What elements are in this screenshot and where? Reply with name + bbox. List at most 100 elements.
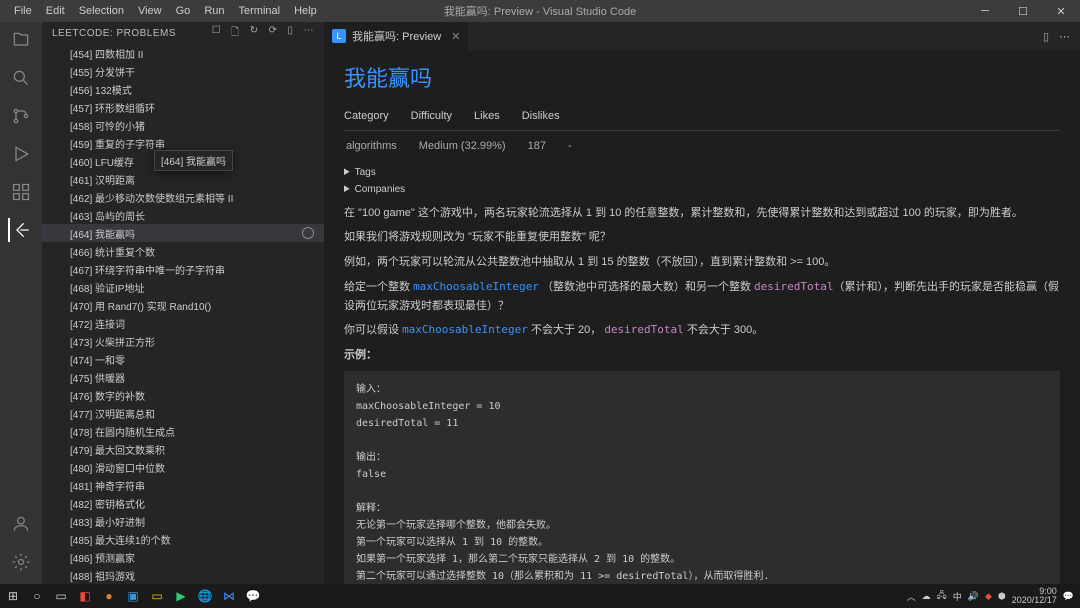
problem-row[interactable]: [467] 环绕字符串中唯一的子字符串 (42, 260, 324, 278)
taskbar-vscode[interactable]: ⋈ (218, 586, 240, 606)
start-button[interactable]: ⊞ (2, 586, 24, 606)
search-button[interactable]: ○ (26, 586, 48, 606)
minimize-button[interactable]: ─ (966, 0, 1004, 22)
problem-row[interactable]: [476] 数字的补数 (42, 386, 324, 404)
problem-row[interactable]: [455] 分发饼干 (42, 62, 324, 80)
menu-view[interactable]: View (132, 3, 168, 19)
tags-section[interactable]: Tags (344, 164, 1060, 181)
problem-row[interactable]: [475] 供暖器 (42, 368, 324, 386)
clock[interactable]: 9:002020/12/17 (1012, 587, 1057, 605)
problem-row[interactable]: [474] 一和零 (42, 350, 324, 368)
action-icon[interactable]: ▯ (287, 25, 293, 42)
tab-bar: L 我能赢吗: Preview ✕ ▯ ⋯ (324, 22, 1080, 50)
window-controls: ─ ☐ ✕ (966, 0, 1080, 22)
settings-icon[interactable] (9, 550, 33, 574)
taskbar-app[interactable]: ▶ (170, 586, 192, 606)
problem-row[interactable]: [457] 环形数组循环 (42, 98, 324, 116)
problem-row[interactable]: [485] 最大连续1的个数 (42, 530, 324, 548)
problem-row[interactable]: [486] 预测赢家 (42, 548, 324, 566)
tab-label: 我能赢吗: Preview (352, 28, 441, 44)
menu-terminal[interactable]: Terminal (233, 3, 287, 19)
val-difficulty: Medium (32.99%) (419, 137, 506, 156)
tray-sound-icon[interactable]: 🔊 (968, 591, 979, 602)
hdr-dislikes: Dislikes (522, 107, 560, 130)
task-view-icon[interactable]: ▭ (50, 586, 72, 606)
tray-ime-icon[interactable]: 中 (953, 590, 962, 603)
paragraph: 在 "100 game" 这个游戏中，两名玩家轮流选择从 1 到 10 的任意整… (344, 204, 1060, 223)
problem-row[interactable]: [483] 最小好进制 (42, 512, 324, 530)
taskbar-app[interactable]: 🌐 (194, 586, 216, 606)
notification-icon[interactable]: 💬 (1063, 591, 1074, 602)
tray-chevron-icon[interactable]: ︿ (907, 590, 916, 603)
problem-row[interactable]: [462] 最少移动次数使数组元素相等 II (42, 188, 324, 206)
menu-edit[interactable]: Edit (40, 3, 71, 19)
sidebar-header: LEETCODE: PROBLEMS ☐ 🗋 ↻ ⟳ ▯ ⋯ (42, 22, 324, 44)
problem-row[interactable]: [478] 在圆内随机生成点 (42, 422, 324, 440)
problem-row[interactable]: [480] 滑动窗口中位数 (42, 458, 324, 476)
tray-cloud-icon[interactable]: ☁ (922, 591, 931, 602)
action-icon[interactable]: 🗋 (231, 25, 240, 42)
taskbar-app[interactable]: ● (98, 586, 120, 606)
tab-close-icon[interactable]: ✕ (451, 30, 460, 43)
tab-preview[interactable]: L 我能赢吗: Preview ✕ (324, 22, 469, 50)
problem-row[interactable]: [458] 可怜的小猪 (42, 116, 324, 134)
menu-help[interactable]: Help (288, 3, 323, 19)
problem-row[interactable]: [470] 用 Rand7() 实现 Rand10() (42, 296, 324, 314)
activity-bar (0, 22, 42, 584)
tray-network-icon[interactable]: 🖧 (937, 588, 947, 604)
val-category: algorithms (346, 137, 397, 156)
val-dislikes: - (568, 137, 572, 156)
taskbar-app[interactable]: ▣ (122, 586, 144, 606)
menu-run[interactable]: Run (198, 3, 230, 19)
problem-row[interactable]: [464] 我能赢吗 (42, 224, 324, 242)
menu-selection[interactable]: Selection (73, 3, 130, 19)
problem-row[interactable]: [466] 统计重复个数 (42, 242, 324, 260)
taskbar-app[interactable]: ◧ (74, 586, 96, 606)
explorer-icon[interactable] (9, 28, 33, 52)
problem-row[interactable]: [468] 验证IP地址 (42, 278, 324, 296)
problem-row[interactable]: [479] 最大回文数乘积 (42, 440, 324, 458)
problem-row[interactable]: [488] 祖玛游戏 (42, 566, 324, 584)
debug-icon[interactable] (9, 142, 33, 166)
hdr-likes: Likes (474, 107, 500, 130)
action-icon[interactable]: ↻ (250, 25, 259, 42)
paragraph: 如果我们将游戏规则改为 "玩家不能重复使用整数" 呢？ (344, 228, 1060, 247)
taskbar: ⊞ ○ ▭ ◧ ● ▣ ▭ ▶ 🌐 ⋈ 💬 ︿ ☁ 🖧 中 🔊 ◆ ⬢ 9:00… (0, 584, 1080, 608)
menu-go[interactable]: Go (170, 3, 197, 19)
problem-row[interactable]: [477] 汉明距离总和 (42, 404, 324, 422)
account-icon[interactable] (9, 512, 33, 536)
paragraph: 你可以假设 maxChoosableInteger 不会大于 20， desir… (344, 321, 1060, 340)
action-icon[interactable]: ☐ (212, 25, 221, 42)
source-control-icon[interactable] (9, 104, 33, 128)
split-editor-icon[interactable]: ▯ (1043, 30, 1049, 43)
close-button[interactable]: ✕ (1042, 0, 1080, 22)
action-icon[interactable]: ⋯ (304, 25, 315, 42)
action-icon[interactable]: ⟳ (269, 25, 278, 42)
meta-headers: Category Difficulty Likes Dislikes (344, 107, 1060, 131)
taskbar-app[interactable]: ▭ (146, 586, 168, 606)
tray-app-icon[interactable]: ⬢ (998, 591, 1006, 602)
menu-file[interactable]: File (8, 3, 38, 19)
problem-row[interactable]: [473] 火柴拼正方形 (42, 332, 324, 350)
problem-row[interactable]: [454] 四数相加 II (42, 44, 324, 62)
taskbar-app[interactable]: 💬 (242, 586, 264, 606)
tray-app-icon[interactable]: ◆ (985, 591, 992, 602)
problem-row[interactable]: [456] 132模式 (42, 80, 324, 98)
meta-values: algorithms Medium (32.99%) 187 - (344, 137, 1060, 156)
problem-row[interactable]: [463] 岛屿的周长 (42, 206, 324, 224)
window-title: 我能赢吗: Preview - Visual Studio Code (444, 3, 636, 19)
more-actions-icon[interactable]: ⋯ (1059, 30, 1070, 43)
problem-list[interactable]: [454] 四数相加 II[455] 分发饼干[456] 132模式[457] … (42, 44, 324, 584)
sidebar: LEETCODE: PROBLEMS ☐ 🗋 ↻ ⟳ ▯ ⋯ [454] 四数相… (42, 22, 324, 584)
companies-section[interactable]: Companies (344, 181, 1060, 198)
leetcode-icon[interactable] (8, 218, 32, 242)
problem-row[interactable]: [461] 汉明距离 (42, 170, 324, 188)
problem-row[interactable]: [481] 神奇字符串 (42, 476, 324, 494)
maximize-button[interactable]: ☐ (1004, 0, 1042, 22)
problem-row[interactable]: [472] 连接词 (42, 314, 324, 332)
hdr-category: Category (344, 107, 389, 130)
extensions-icon[interactable] (9, 180, 33, 204)
problem-row[interactable]: [482] 密钥格式化 (42, 494, 324, 512)
sidebar-title: LEETCODE: PROBLEMS (52, 28, 176, 39)
search-icon[interactable] (9, 66, 33, 90)
